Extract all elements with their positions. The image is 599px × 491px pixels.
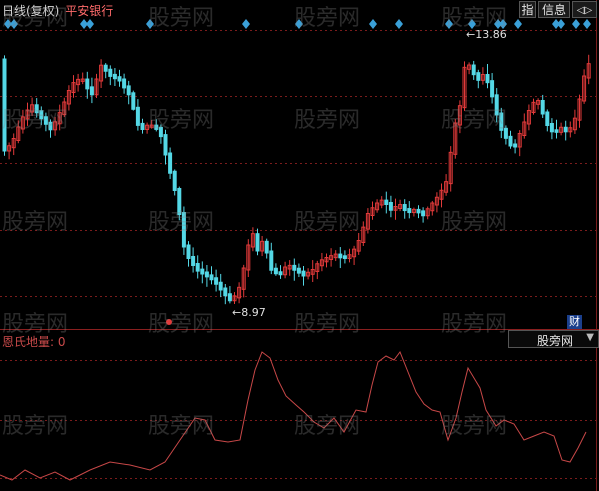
nav-arrows-button[interactable]: ◁▷ <box>572 1 597 18</box>
candle-body <box>421 210 426 217</box>
watermark: 股旁网 <box>294 6 361 31</box>
indicator-selector-value: 股旁网 <box>537 334 574 348</box>
candle-body <box>204 271 209 278</box>
candle-body <box>214 277 219 285</box>
candle-body <box>264 240 269 254</box>
low-price-label: ←8.97 <box>232 306 266 319</box>
watermark: 股旁网 <box>148 312 215 337</box>
candle-body <box>296 267 301 274</box>
candle-body <box>278 271 283 276</box>
watermark: 股旁网 <box>441 6 508 31</box>
watermark: 股旁网 <box>2 6 69 31</box>
candle-body <box>563 126 568 133</box>
watermark: 股旁网 <box>148 108 215 133</box>
candle-body <box>223 287 228 297</box>
stock-name: 平安银行 <box>65 4 114 18</box>
candle-body <box>407 208 412 214</box>
candle-body <box>338 253 343 259</box>
chevron-down-icon: ▼ <box>586 332 594 343</box>
signal-marker <box>242 19 250 29</box>
candle-body <box>112 73 117 80</box>
candle-body <box>195 263 200 272</box>
candle-body <box>200 268 205 275</box>
candle-body <box>186 244 191 259</box>
candle-body <box>513 143 518 148</box>
indicator-button[interactable]: 指 <box>519 1 536 18</box>
candle-body <box>545 111 550 126</box>
watermark: 股旁网 <box>294 312 361 337</box>
signal-marker <box>395 19 403 29</box>
candle-body <box>388 202 393 211</box>
candle-body <box>540 100 545 115</box>
signal-marker <box>572 19 580 29</box>
watermark: 股旁网 <box>2 414 69 439</box>
candle-body <box>218 281 223 291</box>
candle-body <box>191 256 196 266</box>
candle-body <box>416 208 421 214</box>
candle-body <box>490 80 495 98</box>
candle-body <box>131 92 136 110</box>
candle-body <box>103 64 108 72</box>
candle-body <box>402 204 407 212</box>
signal-marker <box>514 19 522 29</box>
watermark: 股旁网 <box>294 414 361 439</box>
watermark: 股旁网 <box>441 210 508 235</box>
watermark: 股旁网 <box>2 312 69 337</box>
candle-body <box>255 233 260 252</box>
watermark: 股旁网 <box>441 312 508 337</box>
info-button[interactable]: 信息 <box>538 1 570 18</box>
candle-body <box>172 170 177 191</box>
candle-body <box>549 123 554 133</box>
candle-body <box>168 152 173 174</box>
finance-badge[interactable]: 财 <box>567 315 582 329</box>
watermark: 股旁网 <box>294 210 361 235</box>
candle-body <box>135 106 140 126</box>
candle-body <box>140 122 145 131</box>
candle-body <box>471 64 476 76</box>
candle-body <box>122 78 127 89</box>
candle-body <box>117 76 122 82</box>
candle-body <box>301 270 306 277</box>
candle-body <box>227 293 232 302</box>
candle-body <box>163 134 168 156</box>
candle-body <box>108 68 113 77</box>
signal-marker <box>369 19 377 29</box>
candle-body <box>89 86 94 96</box>
candle-body <box>209 274 214 281</box>
candle-body <box>476 72 481 81</box>
watermark: 股旁网 <box>294 108 361 133</box>
watermark: 股旁网 <box>2 210 69 235</box>
candle-body <box>508 135 513 147</box>
indicator-selector[interactable]: 股旁网 ▼ <box>508 330 599 348</box>
watermark: 股旁网 <box>2 108 69 133</box>
candle-body <box>273 267 278 275</box>
candle-body <box>85 78 90 90</box>
watermark: 股旁网 <box>441 414 508 439</box>
candle-body <box>485 74 490 84</box>
signal-marker <box>86 19 94 29</box>
candle-body <box>126 85 131 96</box>
signal-marker <box>557 19 565 29</box>
watermark: 股旁网 <box>441 108 508 133</box>
candle-body <box>292 264 297 271</box>
candle-body <box>342 255 347 259</box>
watermark: 股旁网 <box>148 210 215 235</box>
candle-body <box>554 129 559 133</box>
watermark: 股旁网 <box>148 6 215 31</box>
signal-marker <box>583 19 591 29</box>
candle-body <box>384 199 389 205</box>
watermark: 股旁网 <box>148 414 215 439</box>
candle-body <box>269 250 274 271</box>
